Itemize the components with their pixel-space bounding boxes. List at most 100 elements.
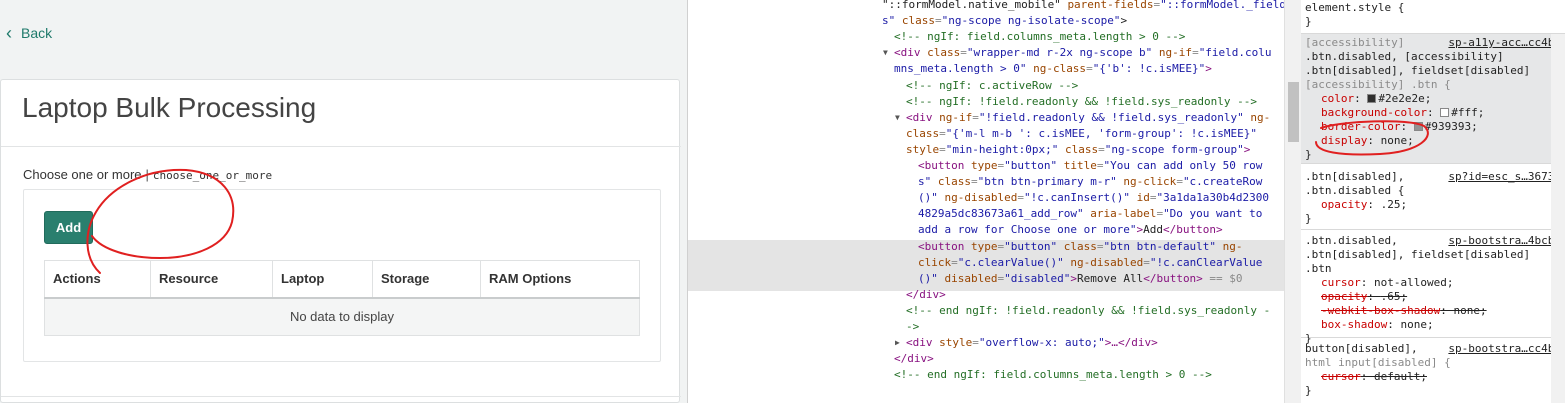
expand-triangle-open-icon[interactable]: ▼ [895,110,900,126]
elements-scrollbar[interactable] [1284,0,1301,403]
dom-token: "3a1da1a30b4d2300 [1156,191,1270,205]
dom-tree-line[interactable]: <!-- end ngIf: !field.readonly && !field… [906,303,1270,319]
css-declaration[interactable]: border-color: #939393; [1305,120,1561,134]
css-selector: .btn[disabled], fieldset[disabled] .btn [1305,248,1531,275]
css-declaration[interactable]: color: #2e2e2e; [1305,92,1561,106]
css-declaration[interactable]: opacity: .65; [1305,290,1561,304]
rule-close-brace: } [1305,384,1312,397]
field-label-text: Choose one or more [23,167,142,182]
dom-tree-line[interactable]: class="{'m-l m-b ': c.isMEE, 'form-group… [906,126,1257,142]
stylesheet-source-link[interactable]: sp?id=esc_s…3673a [1448,170,1561,184]
dom-tree-line[interactable]: <button type="button" title="You can add… [918,158,1262,174]
dom-tree-line[interactable]: -> [906,319,919,335]
field-label-separator: | [145,167,149,182]
dom-tree-line[interactable]: ▼ <div class="wrapper-md r-2x ng-scope b"… [883,45,1272,61]
style-rule-accessibility[interactable]: sp-a11y-acc…cc4bc [accessibility] .btn.dis… [1301,34,1565,164]
dom-token: "!field.readonly && !field.sys_readonly" [978,110,1244,124]
multirow-variable-set: Add Actions Resource Laptop Storage RAM … [23,189,661,362]
dom-tree-line[interactable]: <!-- ngIf: c.activeRow --> [906,78,1078,94]
element-style-rule[interactable]: element.style { } [1301,0,1565,34]
dom-tree-line[interactable]: s" class="btn btn-primary m-r" ng-click=… [918,174,1262,190]
css-declaration[interactable]: box-shadow: none; [1305,318,1561,332]
dom-token: class [1057,239,1097,253]
back-link[interactable]: ‹ Back [0,0,687,66]
expand-triangle-open-icon[interactable]: ▼ [883,45,888,61]
css-declaration[interactable]: opacity: .25; [1305,198,1561,212]
styles-scrollbar[interactable] [1551,34,1565,403]
css-property-name: box-shadow [1321,318,1388,331]
dom-tree-line[interactable]: mns_meta.length > 0" ng-class="{'b': !c.… [894,61,1212,77]
css-declaration[interactable]: cursor: default; [1305,370,1561,384]
dom-tree-line[interactable]: ▼ <div ng-if="!field.readonly && !field.s… [895,110,1270,126]
dom-tree-line[interactable]: <!-- ngIf: field.columns_meta.length > 0… [894,29,1185,45]
field-label: Choose one or more | choose_one_or_more [23,167,272,182]
dom-token: ng-disabled [1063,255,1144,269]
css-property-name: background-color [1321,106,1427,119]
dom-token: "{'b': !c.isMEE}" [1092,62,1206,76]
table-header-row: Actions Resource Laptop Storage RAM Opti… [44,260,640,299]
stylesheet-source-link[interactable]: sp-bootstra…4bcb4 [1448,234,1561,248]
dom-tree-line[interactable]: <!-- ngIf: !field.readonly && !field.sys… [906,94,1257,110]
css-property-value: not-allowed; [1374,276,1454,289]
dom-tree-line[interactable]: s" class="ng-scope ng-isolate-scope"> [882,13,1127,29]
dom-token: <!-- end ngIf: !field.readonly && !field… [906,303,1271,317]
dom-token: <!-- ngIf: c.activeRow --> [906,78,1079,92]
expand-triangle-closed-icon[interactable]: ▶ [895,335,900,351]
dom-token: <button [918,159,971,172]
dom-token: "ng-scope form-group" [1104,142,1244,156]
color-swatch-icon[interactable] [1413,122,1423,131]
css-selector: [accessibility] .btn { [1305,78,1451,91]
stylesheet-source-link[interactable]: sp-bootstra…cc4bc [1448,342,1561,356]
dom-token: class [931,175,971,189]
dom-tree-line[interactable]: ▶ <div style="overflow-x: auto;">…</div> [895,335,1158,351]
dom-token: <div [906,110,940,124]
dom-tree-line[interactable]: "::formModel.native_mobile" parent-field… [882,0,1284,13]
chevron-left-icon: ‹ [6,23,12,43]
devtools-styles-panel[interactable]: element.style { } sp-a11y-acc…cc4bc [acce… [1301,0,1565,403]
devtools-elements-panel[interactable]: "::formModel.native_mobile" parent-field… [687,0,1284,403]
dom-tree-line[interactable]: ()" ng-disabled="!c.canInsert()" id="3a1… [918,190,1269,206]
css-declaration[interactable]: display: none; [1305,134,1561,148]
dom-token: "!c.canInsert()" [1023,191,1130,205]
style-rule-btn-disabled-opacity[interactable]: sp?id=esc_s…3673a .btn[disabled], .btn.dis… [1301,168,1565,230]
dom-tree-line[interactable]: </div> [906,287,946,303]
css-property-name: color [1321,92,1355,105]
css-property-value: none; [1453,304,1487,317]
dom-tree-line[interactable]: <button type="button" class="btn btn-def… [918,239,1243,255]
dom-token: Add [1143,223,1164,237]
css-selector: .btn.disabled, [accessibility] [1305,50,1504,63]
dom-token: <!-- ngIf: field.columns_meta.length > 0… [894,30,1186,44]
css-declaration[interactable]: cursor: not-allowed; [1305,276,1561,290]
css-property-value: #2e2e2e; [1378,92,1432,105]
empty-message: No data to display [44,297,640,336]
style-rule-bootstrap-button-disabled[interactable]: sp-bootstra…cc4bc button[disabled], html i… [1301,340,1565,403]
rule-close-brace: } [1305,212,1312,225]
dom-token: click [918,255,952,269]
css-declaration[interactable]: background-color: #fff; [1305,106,1561,120]
dom-tree-line[interactable]: ()" disabled="disabled">Remove All</butt… [918,271,1243,287]
dom-token: = [939,126,946,140]
css-property-name: -webkit-box-shadow [1321,304,1441,317]
color-swatch-icon[interactable] [1367,94,1377,103]
dom-tree-line[interactable]: click="c.clearValue()" ng-disabled="!c.c… [918,255,1262,271]
add-row-button[interactable]: Add [44,211,93,244]
dom-tree-line[interactable]: <!-- end ngIf: field.columns_meta.length… [894,367,1212,383]
dom-tree-line[interactable]: </div> [894,351,934,367]
dom-tree-line[interactable]: add a row for Choose one or more">Add</b… [918,222,1223,238]
dom-token: aria-label [1083,207,1157,221]
dom-token: ()" [918,271,938,285]
dom-token: <!-- ngIf: !field.readonly && !field.sys… [906,94,1257,108]
dom-token: = [1017,191,1024,205]
css-property-value: none; [1380,134,1414,147]
dom-tree-line[interactable]: style="min-height:0px;" class="ng-scope … [906,142,1250,158]
elements-scrollbar-thumb[interactable] [1288,82,1299,142]
css-declaration[interactable]: -webkit-box-shadow: none; [1305,304,1561,318]
css-property-value: none; [1400,318,1434,331]
dom-token: style [906,142,940,156]
css-property-value: .25; [1380,198,1408,211]
dom-token: = [972,336,979,350]
style-rule-bootstrap-btn-disabled[interactable]: sp-bootstra…4bcb4 .btn.disabled, .btn[disa… [1301,232,1565,345]
stylesheet-source-link[interactable]: sp-a11y-acc…cc4bc [1448,36,1561,50]
dom-tree-line[interactable]: 4829a5dc83673a61_add_row" aria-label="Do… [918,206,1262,222]
color-swatch-icon[interactable] [1440,108,1450,117]
